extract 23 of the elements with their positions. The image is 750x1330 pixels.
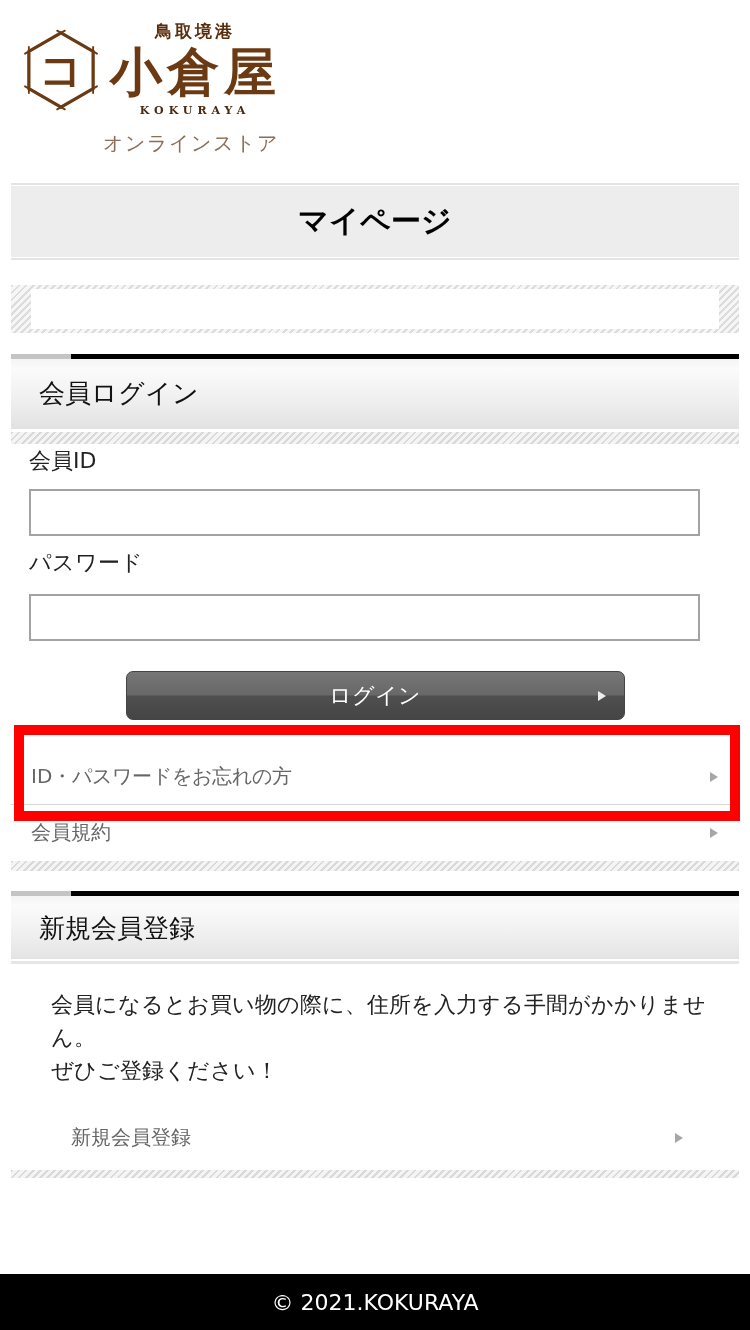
logo-brand-name: 小倉屋 — [109, 42, 281, 102]
field-label: 会員ID — [29, 447, 97, 475]
login-button[interactable]: ログイン — [125, 671, 625, 720]
copyright-footer: © 2021.KOKURAYA — [0, 1274, 750, 1330]
menu-link[interactable]: ID・パスワードをお忘れの方 — [11, 749, 739, 804]
logo-romaji-text: KOKURAYA — [139, 104, 251, 118]
logo-subtitle: オンラインストア — [103, 130, 279, 156]
input-field[interactable] — [29, 594, 700, 641]
page-title: マイページ — [11, 183, 739, 260]
logo-region-text: 鳥取境港 — [155, 20, 235, 42]
register-description: 会員になるとお買い物の際に、住所を入力する手間がかかりません。 — [51, 991, 707, 1052]
register-link[interactable]: 新規会員登録 — [51, 1110, 699, 1165]
caret-icon — [597, 691, 606, 701]
caret-icon — [710, 771, 718, 782]
caret-icon — [675, 1132, 683, 1143]
caret-icon — [710, 827, 718, 838]
section-heading: 新規会員登録 — [11, 896, 739, 964]
section-heading: 会員ログイン — [11, 359, 739, 429]
register-description: ぜひご登録ください！ — [51, 1057, 278, 1085]
input-field[interactable] — [29, 489, 700, 536]
menu-link[interactable]: 会員規約 — [11, 805, 739, 860]
field-label: パスワード — [29, 549, 143, 577]
logo-emblem: コ — [22, 28, 100, 112]
